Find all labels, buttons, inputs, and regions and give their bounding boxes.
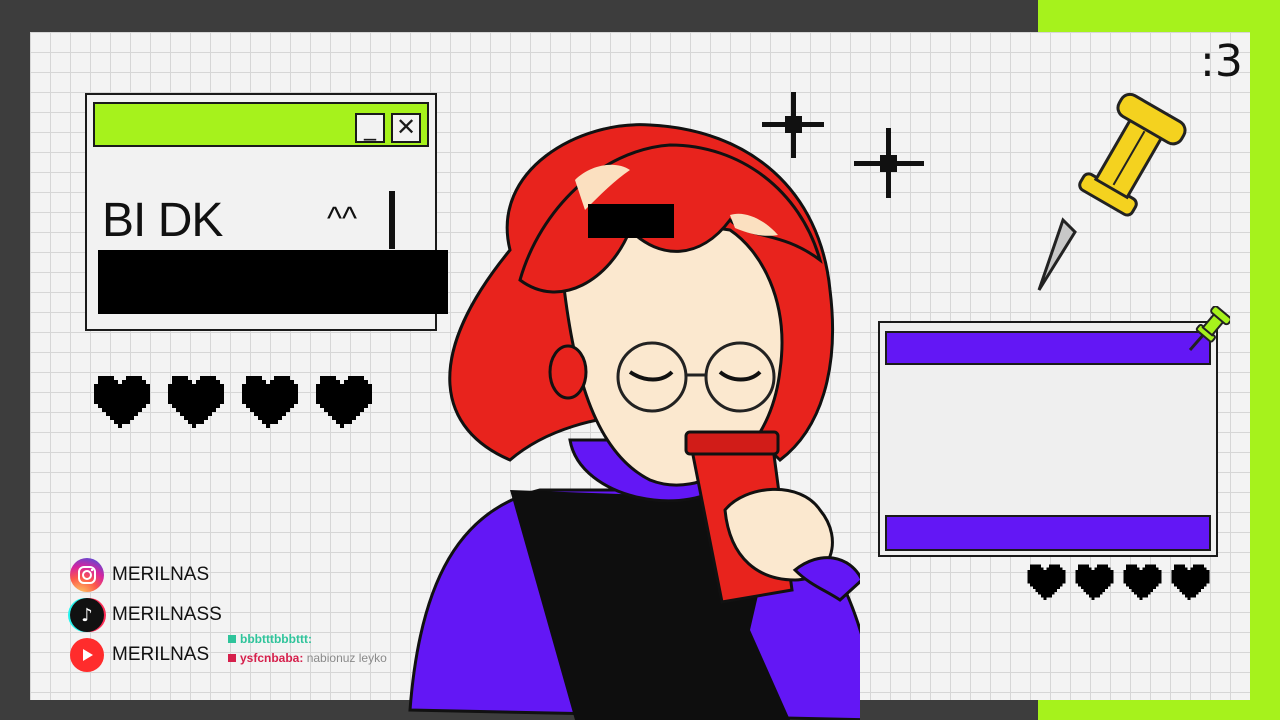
hearts-right — [1024, 562, 1210, 600]
minimize-button[interactable]: _ — [355, 113, 385, 143]
text-caret — [389, 191, 395, 249]
hearts-left — [90, 372, 372, 428]
social-tiktok[interactable]: ♪ MERILNASS — [70, 598, 222, 632]
right-window — [878, 321, 1218, 557]
heart-icon — [1075, 564, 1114, 600]
chat-text: nabionuz leyko — [306, 651, 387, 665]
emote-text: ^^ — [327, 200, 358, 236]
instagram-handle: MERILNAS — [112, 564, 210, 585]
social-youtube[interactable]: MERILNAS — [70, 638, 209, 672]
heart-icon — [1123, 564, 1162, 600]
left-window-titlebar[interactable]: _ ✕ — [93, 102, 429, 147]
chat-box: bbbtttbbbttt: ysfcnbaba: nabionuz leyko — [228, 630, 403, 668]
sparkle-icon — [854, 128, 924, 198]
right-window-titlebar[interactable] — [885, 331, 1211, 365]
kick-badge-icon — [228, 635, 236, 643]
tiktok-icon: ♪ — [70, 598, 104, 632]
pushpin-icon — [1037, 92, 1187, 291]
youtube-handle: MERILNAS — [112, 644, 210, 665]
mini-pin-icon — [1188, 306, 1230, 351]
heart-icon — [1171, 564, 1210, 600]
tiktok-handle: MERILNASS — [112, 604, 222, 625]
heart-icon — [168, 376, 224, 428]
chat-username: ysfcnbaba: — [240, 651, 304, 665]
redaction-bar — [98, 250, 448, 314]
heart-icon — [1027, 564, 1066, 600]
chat-message: ysfcnbaba: nabionuz leyko — [228, 649, 403, 668]
left-window-text: BI DK — [102, 194, 223, 247]
youtube-icon — [70, 638, 104, 672]
social-instagram[interactable]: MERILNAS — [70, 558, 209, 592]
corner-smiley-text: :3 — [1200, 36, 1243, 87]
vtuber-character-illustration — [408, 123, 860, 720]
heart-icon — [242, 376, 298, 428]
kick-badge-icon — [228, 654, 236, 662]
chat-message: bbbtttbbbttt: — [228, 630, 403, 649]
heart-icon — [94, 376, 150, 428]
chat-username: bbbtttbbbttt: — [240, 632, 312, 646]
right-window-footer-bar — [885, 515, 1211, 551]
heart-icon — [316, 376, 372, 428]
instagram-icon — [70, 558, 104, 592]
